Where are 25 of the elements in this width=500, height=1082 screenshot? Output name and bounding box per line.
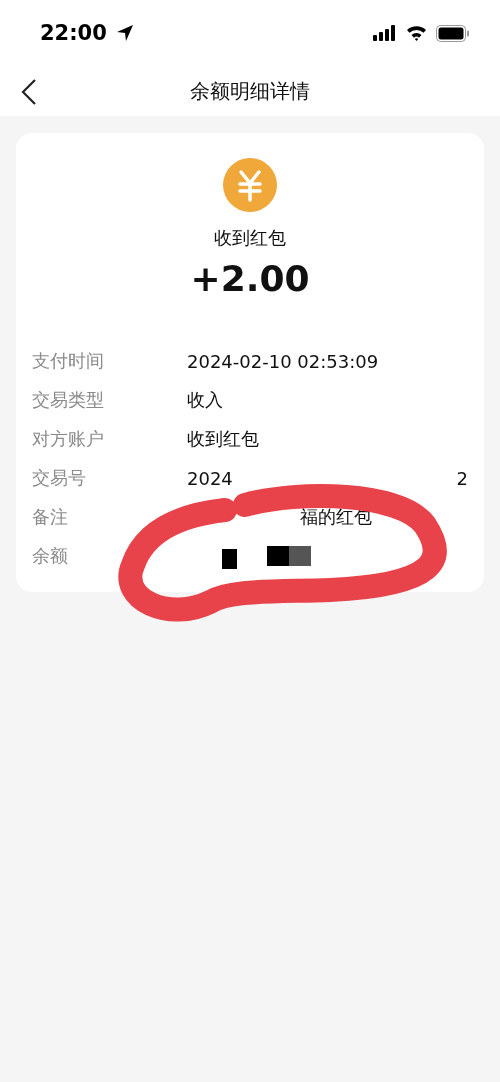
redaction-mark bbox=[289, 546, 311, 566]
detail-value: 2024-02-10 02:53:09 bbox=[187, 350, 379, 372]
detail-label: 余额 bbox=[32, 544, 69, 568]
detail-label: 交易类型 bbox=[32, 388, 105, 412]
detail-label: 对方账户 bbox=[32, 427, 105, 451]
detail-value: 收入 bbox=[187, 388, 223, 412]
detail-value: 收到红包 bbox=[187, 427, 259, 451]
battery-icon bbox=[436, 24, 470, 42]
detail-value: 2024 bbox=[187, 467, 233, 489]
yuan-coin-icon bbox=[223, 158, 277, 212]
detail-label: 交易号 bbox=[32, 466, 87, 490]
location-arrow-icon bbox=[115, 24, 134, 42]
detail-value: 福的红包 bbox=[300, 505, 372, 529]
redaction-mark bbox=[267, 546, 289, 566]
back-icon[interactable] bbox=[20, 78, 38, 106]
summary-title: 收到红包 bbox=[214, 226, 286, 250]
detail-value: 2 bbox=[456, 467, 468, 489]
detail-label: 支付时间 bbox=[32, 349, 105, 373]
signal-icon bbox=[373, 25, 397, 41]
detail-label: 备注 bbox=[32, 505, 69, 529]
amount-text: +2.00 bbox=[190, 258, 310, 299]
redaction-mark bbox=[222, 549, 237, 569]
page-title: 余额明细详情 bbox=[190, 77, 310, 105]
wifi-icon bbox=[406, 25, 427, 41]
status-time: 22:00 bbox=[40, 21, 107, 45]
